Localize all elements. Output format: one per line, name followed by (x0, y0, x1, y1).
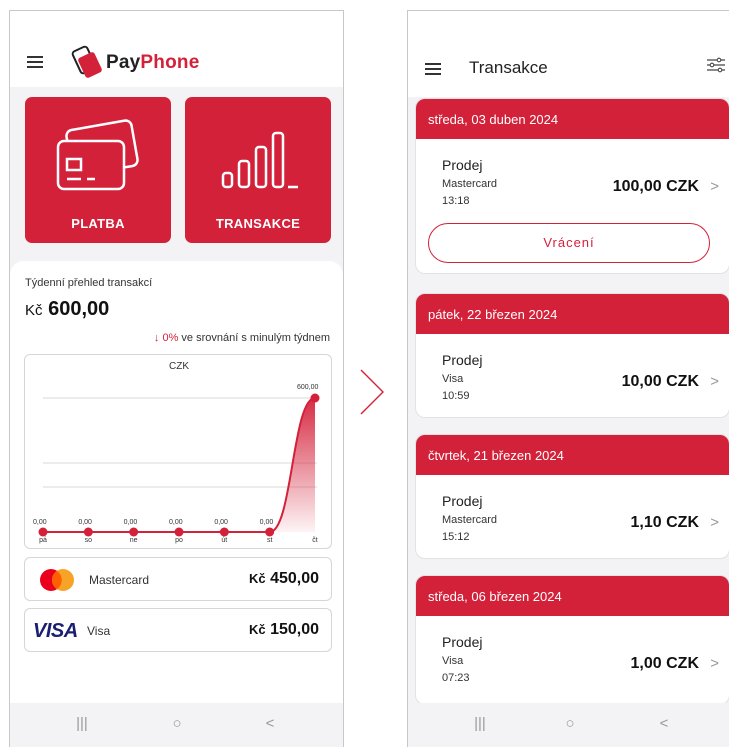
chart-point (83, 527, 93, 537)
weekly-amount: Kč 600,00 (25, 298, 110, 320)
tx-card: Mastercard (442, 178, 498, 190)
chart-value-label: 0,00 (124, 519, 138, 526)
transakce-label: TRANSAKCE (215, 216, 301, 231)
chart-value-label: 0,00 (169, 519, 183, 526)
chart-point (219, 527, 229, 537)
mastercard-amount: Kč 450,00 (248, 570, 319, 587)
chart-value-label: 0,00 (33, 519, 47, 526)
mastercard-row[interactable]: Mastercard Kč 450,00 (24, 557, 332, 601)
chart-point (129, 527, 139, 537)
tx-amount: 1,00 CZK (630, 655, 699, 672)
home-button[interactable]: ○ (167, 715, 187, 735)
chevron-right-icon[interactable]: > (710, 655, 719, 672)
tx-amount: 1,10 CZK (630, 514, 699, 531)
page-title: Transakce (469, 58, 548, 77)
recent-apps-button[interactable]: ||| (470, 715, 490, 735)
day-card: čtvrtek, 21 březen 2024 Prodej Mastercar… (415, 434, 729, 559)
chart-tick-label: ne (130, 537, 138, 544)
tx-amount: 10,00 CZK (621, 373, 699, 390)
chart-value-label: 0,00 (260, 519, 274, 526)
transakce-tile[interactable]: TRANSAKCE (185, 97, 331, 243)
chart-tick-label: pá (39, 537, 47, 544)
tx-time: 15:12 (442, 531, 470, 543)
payphone-logo-icon (71, 45, 102, 78)
platba-label: PLATBA (71, 216, 125, 231)
day-card: středa, 03 duben 2024 Prodej Mastercard … (415, 98, 729, 274)
platba-tile[interactable]: PLATBA (25, 97, 171, 243)
tx-card: Mastercard (442, 514, 498, 526)
visa-amount: Kč 150,00 (248, 621, 319, 638)
transaction-row[interactable]: Prodej Mastercard 13:18 100,00 CZK > (416, 139, 729, 223)
tx-time: 13:18 (442, 195, 470, 207)
top-bar: Transakce (408, 11, 729, 97)
chart-value-label: 0,00 (78, 519, 92, 526)
weekly-comparison: ↓ 0% ve srovnání s minulým týdnem (153, 332, 330, 344)
weekly-overview-card: Týdenní přehled transakcí Kč 600,00 ↓ 0%… (10, 261, 343, 747)
chart-tick-label: út (221, 537, 227, 544)
day-card: středa, 06 březen 2024 Prodej Visa 07:23… (415, 575, 729, 705)
tx-card: Visa (442, 655, 464, 667)
chart-title: CZK (169, 361, 189, 372)
visa-logo-icon: VISA (33, 620, 78, 642)
chevron-right-icon (360, 369, 384, 415)
menu-icon[interactable] (425, 63, 441, 75)
chart-tick-label: po (175, 537, 183, 544)
day-card: pátek, 22 březen 2024 Prodej Visa 10:59 … (415, 293, 729, 418)
dashboard-screen: PayPhone PLATBA TRANSAKCE Týdenní přehle… (9, 10, 344, 747)
chart-point (38, 527, 48, 537)
chart-point (174, 527, 184, 537)
day-date: středa, 03 duben 2024 (416, 99, 729, 139)
chart-point (310, 393, 320, 403)
transaction-row[interactable]: Prodej Visa 07:23 1,00 CZK > (416, 616, 729, 700)
system-navbar: ||| ○ < (408, 703, 729, 747)
transaction-row[interactable]: Prodej Mastercard 15:12 1,10 CZK > (416, 475, 729, 558)
chart-value-label: 600,00 (297, 384, 319, 391)
recent-apps-button[interactable]: ||| (72, 715, 92, 735)
visa-label: Visa (87, 624, 111, 638)
chart-tick-label: so (85, 537, 93, 544)
tx-time: 07:23 (442, 672, 470, 684)
tx-type: Prodej (442, 352, 483, 368)
weekly-chart: CZK 0,00 pá 0,00 so 0,00 ne 0,00 po 0,00 út 0,00 st 6… (24, 354, 332, 549)
chevron-right-icon[interactable]: > (710, 178, 719, 195)
chart-line (42, 397, 316, 533)
filter-icon[interactable] (706, 57, 726, 73)
home-button[interactable]: ○ (560, 715, 580, 735)
weekly-title: Týdenní přehled transakcí (25, 277, 153, 289)
tx-type: Prodej (442, 157, 483, 173)
top-bar: PayPhone (10, 11, 343, 87)
chart-value-label: 0,00 (214, 519, 228, 526)
day-date: pátek, 22 březen 2024 (416, 294, 729, 334)
back-button[interactable]: < (654, 715, 674, 735)
day-date: čtvrtek, 21 březen 2024 (416, 435, 729, 475)
tx-type: Prodej (442, 493, 483, 509)
chevron-right-icon[interactable]: > (710, 514, 719, 531)
day-date: středa, 06 březen 2024 (416, 576, 729, 616)
tx-type: Prodej (442, 634, 483, 650)
chart-tick-label: st (267, 537, 273, 544)
transactions-screen: Transakce středa, 03 duben 2024 Prodej M… (407, 10, 729, 747)
mastercard-logo-icon (40, 569, 74, 591)
back-button[interactable]: < (260, 715, 280, 735)
tx-time: 10:59 (442, 390, 470, 402)
mastercard-label: Mastercard (89, 573, 150, 587)
refund-button[interactable]: Vrácení (428, 223, 710, 263)
visa-row[interactable]: VISA Visa Kč 150,00 (24, 608, 332, 652)
tx-card: Visa (442, 373, 464, 385)
tx-amount: 100,00 CZK (612, 178, 699, 195)
chart-tick-label: čt (312, 537, 318, 544)
transaction-row[interactable]: Prodej Visa 10:59 10,00 CZK > (416, 334, 729, 417)
chart-point (265, 527, 275, 537)
app-logo: PayPhone (70, 43, 199, 83)
chart-area (43, 398, 315, 532)
menu-icon[interactable] (27, 56, 43, 68)
system-navbar: ||| ○ < (10, 703, 343, 747)
weekly-chart-svg: CZK 0,00 pá 0,00 so 0,00 ne 0,00 po 0,00 út 0,00 st 6… (33, 361, 320, 544)
app-name: PayPhone (106, 52, 200, 73)
chevron-right-icon[interactable]: > (710, 373, 719, 390)
